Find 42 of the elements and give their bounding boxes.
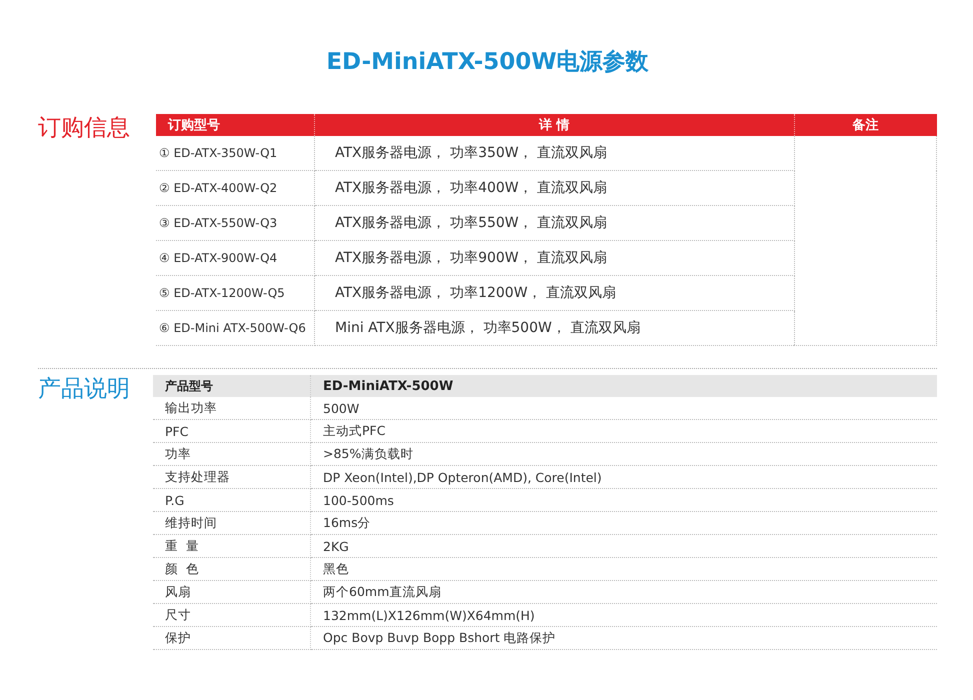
table-cell: 16ms分 — [310, 512, 937, 534]
table-cell: ED-MiniATX-500W — [310, 375, 937, 397]
table-cell: 产品型号 — [153, 375, 310, 397]
page-title: ED-MiniATX-500W电源参数 — [325, 48, 650, 77]
table-cell: ④ ED-ATX-900W-Q4 — [156, 240, 314, 276]
table-cell: 2KG — [310, 534, 937, 558]
table-cell: 输出功率 — [153, 397, 310, 420]
table-cell: ③ ED-ATX-550W-Q3 — [156, 206, 314, 240]
table-cell: ATX服务器电源， 功率1200W， 直流双风扇 — [314, 276, 794, 310]
table-cell: ⑥ ED-Mini ATX-500W-Q6 — [156, 310, 314, 346]
table-cell: 500W — [310, 397, 937, 420]
table-cell: ① ED-ATX-350W-Q1 — [156, 136, 314, 170]
table-cell: 保护 — [153, 626, 310, 650]
column-header: 订购型号 — [156, 114, 314, 136]
table-cell: ⑤ ED-ATX-1200W-Q5 — [156, 276, 314, 310]
table-cell: Opc Bovp Buvp Bopp Bshort 电路保护 — [310, 626, 937, 650]
table-cell: DP Xeon(Intel),DP Opteron(AMD), Core(Intel) — [310, 466, 937, 488]
table-cell: 两个60mm直流风扇 — [310, 580, 937, 604]
section-heading: 订购信息 — [38, 114, 131, 142]
table-cell: 132mm(L)X126mm(W)X64mm(H) — [310, 604, 937, 626]
table-cell: ATX服务器电源， 功率550W， 直流双风扇 — [314, 206, 794, 240]
table-cell: 支持处理器 — [153, 466, 310, 488]
column-header: 详 情 — [314, 114, 794, 136]
table-cell: ATX服务器电源， 功率400W， 直流双风扇 — [314, 170, 794, 206]
table-cell: ② ED-ATX-400W-Q2 — [156, 170, 314, 206]
table-cell: 维持时间 — [153, 512, 310, 534]
table-cell: 主动式PFC — [310, 420, 937, 442]
table-cell: 功率 — [153, 442, 310, 466]
column-header: 备注 — [794, 114, 936, 136]
table-cell: ATX服务器电源， 功率350W， 直流双风扇 — [314, 136, 794, 170]
table-cell: 颜 色 — [153, 558, 310, 580]
table-cell: 黑色 — [310, 558, 937, 580]
table-cell: PFC — [153, 420, 310, 442]
table-cell: >85%满负载时 — [310, 442, 937, 466]
table-cell: P.G — [153, 488, 310, 512]
table-cell: 100-500ms — [310, 488, 937, 512]
table-cell: 尺寸 — [153, 604, 310, 626]
table-cell: ATX服务器电源， 功率900W， 直流双风扇 — [314, 240, 794, 276]
section-heading: 产品说明 — [38, 375, 131, 403]
table-cell: 风扇 — [153, 580, 310, 604]
table-cell: 重 量 — [153, 534, 310, 558]
table-cell: Mini ATX服务器电源， 功率500W， 直流双风扇 — [314, 310, 794, 346]
